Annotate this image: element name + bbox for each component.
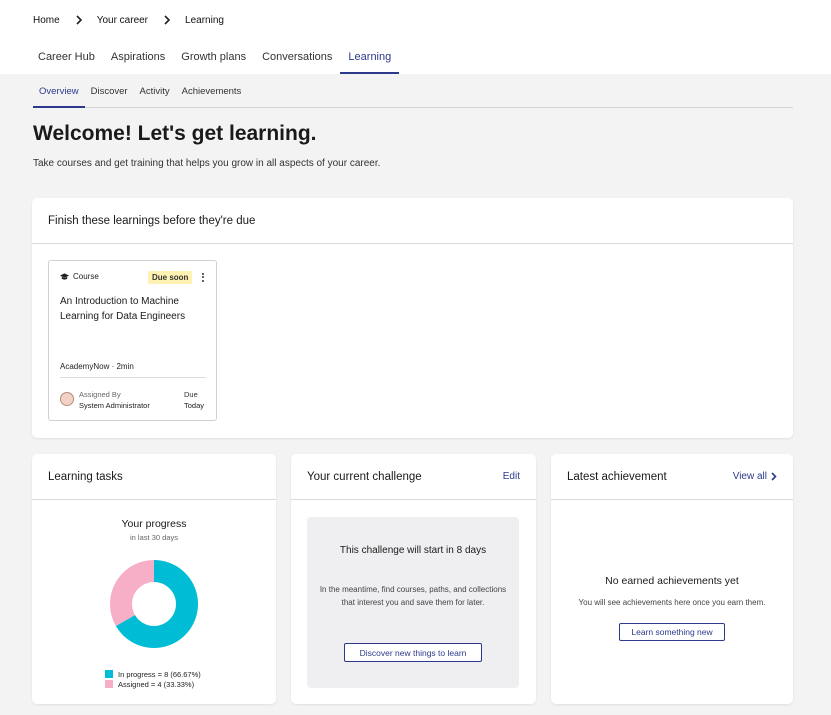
course-card[interactable]: Course Due soon An Introduction to Machi… xyxy=(48,260,217,421)
tab-discover[interactable]: Discover xyxy=(85,80,134,108)
challenge-description: In the meantime, find courses, paths, an… xyxy=(319,585,507,607)
challenge-info-box: This challenge will start in 8 days In t… xyxy=(307,517,519,688)
legend-item-in-progress: In progress = 8 (66.67%) xyxy=(105,669,201,679)
due-learnings-title: Finish these learnings before they're du… xyxy=(48,214,256,227)
discover-button[interactable]: Discover new things to learn xyxy=(344,643,482,662)
tab-career-hub[interactable]: Career Hub xyxy=(30,44,103,74)
learn-something-button[interactable]: Learn something new xyxy=(619,623,725,641)
course-type-label: Course xyxy=(73,272,99,281)
progress-donut-chart xyxy=(110,560,198,648)
due-soon-badge: Due soon xyxy=(148,271,193,284)
tab-aspirations[interactable]: Aspirations xyxy=(103,44,173,74)
avatar xyxy=(60,392,74,406)
breadcrumb-your-career[interactable]: Your career xyxy=(97,15,148,26)
due-learnings-card: Finish these learnings before they're du… xyxy=(32,198,793,438)
assigned-by-value: System Administrator xyxy=(79,401,150,410)
latest-achievement-card: Latest achievement View all No earned ac… xyxy=(551,454,793,704)
tab-learning[interactable]: Learning xyxy=(340,44,400,74)
sub-tabs: Overview Discover Activity Achievements xyxy=(33,80,793,108)
tab-activity[interactable]: Activity xyxy=(134,80,176,108)
progress-title: Your progress xyxy=(121,518,187,530)
due-learnings-header: Finish these learnings before they're du… xyxy=(32,198,793,244)
tab-overview[interactable]: Overview xyxy=(33,80,85,108)
breadcrumb-home[interactable]: Home xyxy=(33,15,60,26)
chevron-right-icon xyxy=(76,15,84,25)
tab-growth-plans[interactable]: Growth plans xyxy=(173,44,254,74)
main-tabs: Career Hub Aspirations Growth plans Conv… xyxy=(30,44,400,74)
current-challenge-card: Your current challenge Edit This challen… xyxy=(291,454,536,704)
tab-conversations[interactable]: Conversations xyxy=(254,44,340,74)
challenge-heading: This challenge will start in 8 days xyxy=(339,545,487,556)
no-achievements-title: No earned achievements yet xyxy=(605,575,739,587)
progress-legend: In progress = 8 (66.67%) Assigned = 4 (3… xyxy=(105,669,201,689)
edit-challenge-link[interactable]: Edit xyxy=(503,471,520,482)
achievement-title: Latest achievement xyxy=(567,470,667,483)
more-options-icon[interactable] xyxy=(199,271,207,283)
course-type: Course xyxy=(60,272,99,281)
challenge-header: Your current challenge Edit xyxy=(291,454,536,500)
legend-swatch-in-progress xyxy=(105,670,113,678)
donut-slice-assigned xyxy=(110,560,154,626)
challenge-title: Your current challenge xyxy=(307,470,422,483)
due-value: Today xyxy=(184,401,205,410)
legend-label-assigned: Assigned = 4 (33.33%) xyxy=(118,679,195,689)
achievement-header: Latest achievement View all xyxy=(551,454,793,500)
breadcrumb: Home Your career Learning xyxy=(33,13,224,27)
progress-subtitle: in last 30 days xyxy=(130,533,178,542)
assigned-by-label: Assigned By xyxy=(79,390,121,399)
top-header: Home Your career Learning Career Hub Asp… xyxy=(0,0,831,74)
learning-tasks-card: Learning tasks Your progress in last 30 … xyxy=(32,454,276,704)
course-meta: AcademyNow · 2min xyxy=(60,362,134,371)
breadcrumb-learning: Learning xyxy=(185,14,224,26)
course-title[interactable]: An Introduction to Machine Learning for … xyxy=(60,294,208,324)
view-all-link[interactable]: View all xyxy=(733,471,777,482)
course-divider xyxy=(60,377,206,378)
page-subtitle: Take courses and get training that helps… xyxy=(33,158,381,169)
chevron-right-icon xyxy=(771,472,777,481)
legend-swatch-assigned xyxy=(105,680,113,688)
view-all-label: View all xyxy=(732,471,767,482)
page-title: Welcome! Let's get learning. xyxy=(33,122,317,145)
no-achievements-text: You will see achievements here once you … xyxy=(578,598,766,607)
learning-tasks-title: Learning tasks xyxy=(48,470,123,483)
legend-item-assigned: Assigned = 4 (33.33%) xyxy=(105,679,201,689)
due-label: Due xyxy=(184,390,198,399)
learning-tasks-header: Learning tasks xyxy=(32,454,276,500)
tab-achievements[interactable]: Achievements xyxy=(176,80,248,108)
legend-label-in-progress: In progress = 8 (66.67%) xyxy=(118,669,201,679)
graduation-cap-icon xyxy=(60,272,69,280)
chevron-right-icon xyxy=(164,15,172,25)
